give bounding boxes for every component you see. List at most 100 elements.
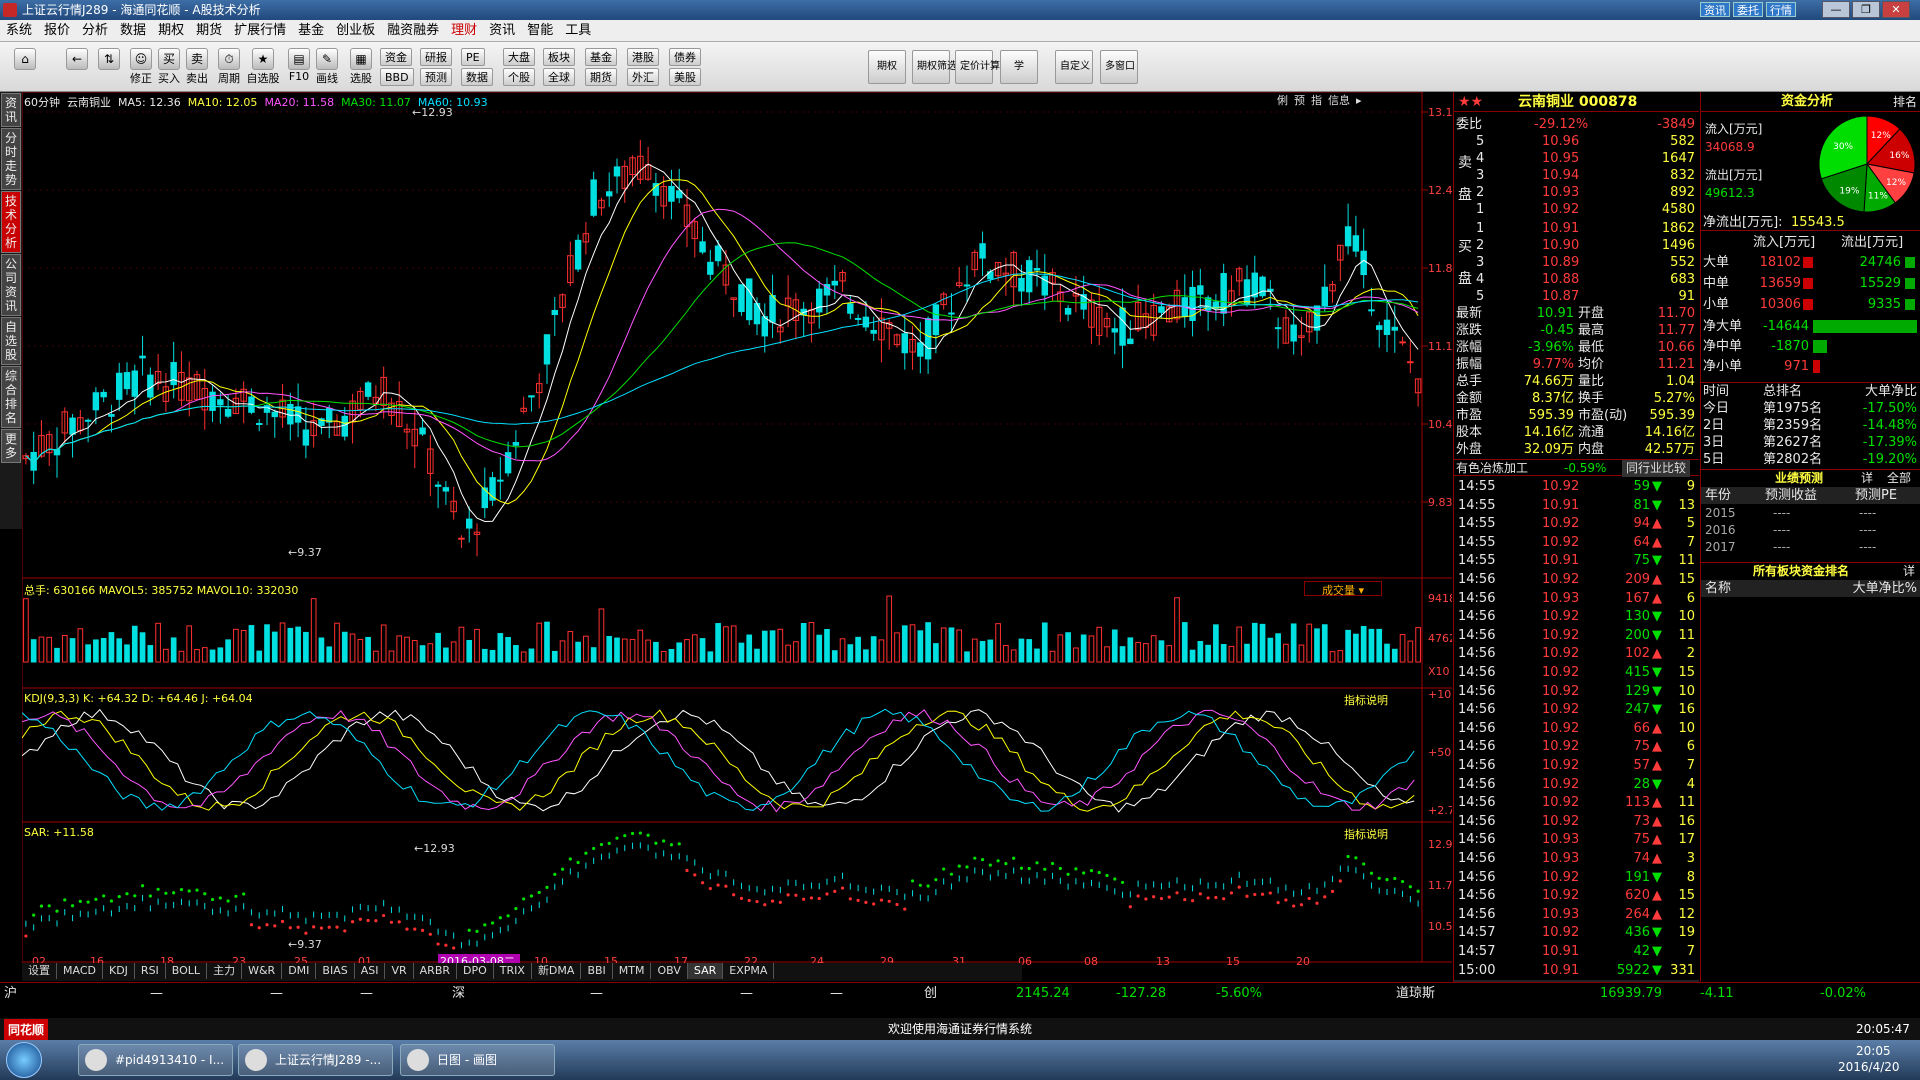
chart-canvas[interactable]: 13.13 12.48 11.81 11.15 10.49 9.83 ←12.93 ←9.37… (22, 92, 1452, 982)
indicator-tab-mtm[interactable]: MTM (613, 963, 652, 979)
indicator-tab-macd[interactable]: MACD (57, 963, 103, 979)
news-button[interactable]: 资讯 (1700, 2, 1730, 17)
menu-item-8[interactable]: 创业板 (330, 20, 381, 42)
indicator-tab-w&r[interactable]: W&R (242, 963, 283, 979)
bid-row[interactable]: 3 10.89 552 (1454, 254, 1699, 271)
indicator-tab-boll[interactable]: BOLL (166, 963, 208, 979)
toolbar-button-0[interactable]: ⌂ (8, 48, 42, 88)
indicator-tab-rsi[interactable]: RSI (135, 963, 166, 979)
toolbar-small-top-1[interactable]: 研报 (420, 48, 452, 66)
side-tab-5[interactable]: 综合排名 (1, 366, 21, 428)
clock-time[interactable]: 20:05 (1856, 1044, 1891, 1058)
chart-tool-4[interactable]: ▸ (1356, 94, 1362, 107)
menu-item-13[interactable]: 工具 (559, 20, 597, 42)
indicator-tab-obv[interactable]: OBV (651, 963, 688, 979)
chart-tool-1[interactable]: 预 (1294, 92, 1305, 108)
side-tab-4[interactable]: 自选股 (1, 317, 21, 365)
bid-row[interactable]: 2 10.90 1496 (1454, 237, 1699, 254)
close-button[interactable]: ✕ (1882, 1, 1910, 18)
toolbar-button-7[interactable]: ★ 自选股 (246, 48, 280, 88)
start-button[interactable] (6, 1042, 42, 1078)
menu-item-1[interactable]: 报价 (38, 20, 76, 42)
toolbar-button-6[interactable]: ⏱ 周期 (212, 48, 246, 88)
menu-item-0[interactable]: 系统 (0, 20, 38, 42)
indicator-tab-dmi[interactable]: DMI (282, 963, 317, 979)
indicator-tab-主力[interactable]: 主力 (207, 963, 243, 979)
menu-item-2[interactable]: 分析 (76, 20, 114, 42)
bid-row[interactable]: 5 10.87 91 (1454, 288, 1699, 305)
toolbar-button-5[interactable]: 卖卖出 (180, 48, 214, 88)
industry-compare-button[interactable]: 同行业比较 (1622, 460, 1691, 477)
taskbar-item-2[interactable]: 日图 - 画图 (400, 1044, 555, 1076)
index-sz-label[interactable]: 深 (452, 985, 465, 1002)
toolbar-small-bottom-5[interactable]: 期货 (585, 68, 617, 86)
rank-link[interactable]: 排名 (1893, 92, 1917, 112)
ask-row[interactable]: 3 10.94 832 (1454, 167, 1699, 184)
indicator-tab-dpo[interactable]: DPO (457, 963, 494, 979)
entrust-button[interactable]: 委托 (1733, 2, 1763, 17)
ask-row[interactable]: 5 10.96 582 (1454, 133, 1699, 150)
bid-row[interactable]: 4 10.88 683 (1454, 271, 1699, 288)
market-button[interactable]: 行情 (1766, 2, 1796, 17)
indicator-tab-新dma[interactable]: 新DMA (532, 963, 582, 979)
indicator-tab-vr[interactable]: VR (385, 963, 414, 979)
minimize-button[interactable]: — (1822, 1, 1850, 18)
menu-item-12[interactable]: 智能 (521, 20, 559, 42)
forecast-all-link[interactable]: 全部 (1887, 470, 1911, 487)
toolbar-small-top-7[interactable]: 债券 (669, 48, 701, 66)
sector-detail-link[interactable]: 详 (1903, 563, 1915, 580)
chart-tool-2[interactable]: 指 (1311, 92, 1322, 108)
taskbar-item-1[interactable]: 上证云行情J289 -... (238, 1044, 393, 1076)
menu-item-4[interactable]: 期权 (152, 20, 190, 42)
chart-tool-0[interactable]: 俐 (1277, 92, 1288, 108)
ask-row[interactable]: 2 10.93 892 (1454, 184, 1699, 201)
indicator-tab-arbr[interactable]: ARBR (414, 963, 458, 979)
forecast-detail-link[interactable]: 详 (1861, 470, 1873, 487)
toolbar-small-top-5[interactable]: 基金 (585, 48, 617, 66)
chart-tool-3[interactable]: 信息 (1328, 92, 1350, 108)
indicator-tab-bias[interactable]: BIAS (316, 963, 355, 979)
toolbar-small-top-0[interactable]: 资金 (380, 48, 412, 66)
side-tab-6[interactable]: 更多 (1, 429, 21, 463)
toolbar-tall-4[interactable]: 自定义 (1055, 50, 1093, 84)
maximize-button[interactable]: ❐ (1852, 1, 1880, 18)
toolbar-tall-5[interactable]: 多窗口 (1100, 50, 1138, 84)
indicator-tab-trix[interactable]: TRIX (494, 963, 532, 979)
volume-menu[interactable]: 成交量 ▾ (1304, 581, 1382, 597)
indicator-tab-asi[interactable]: ASI (355, 963, 386, 979)
kline-chart[interactable]: 13.13 12.48 11.81 11.15 10.49 9.83 ←12.93 ←9.37… (22, 92, 1452, 982)
toolbar-tall-3[interactable]: 学 (1000, 50, 1038, 84)
toolbar-small-top-4[interactable]: 板块 (543, 48, 575, 66)
menu-item-9[interactable]: 融资融券 (381, 20, 445, 42)
side-tab-1[interactable]: 分时走势 (1, 128, 21, 190)
toolbar-small-bottom-6[interactable]: 外汇 (627, 68, 659, 86)
ask-row[interactable]: 1 10.92 4580 (1454, 201, 1699, 218)
index-sh-label[interactable]: 沪 (4, 985, 17, 1002)
toolbar-small-bottom-3[interactable]: 个股 (503, 68, 535, 86)
sar-help-link[interactable]: 指标说明 (1344, 826, 1388, 842)
side-tab-0[interactable]: 资讯 (1, 93, 21, 127)
toolbar-button-2[interactable]: ⇅ (92, 48, 126, 88)
toolbar-small-bottom-4[interactable]: 全球 (543, 68, 575, 86)
indicator-tab-kdj[interactable]: KDJ (103, 963, 135, 979)
toolbar-small-bottom-0[interactable]: BBD (380, 68, 414, 86)
menu-item-3[interactable]: 数据 (114, 20, 152, 42)
taskbar-item-0[interactable]: #pid4913410 - I... (78, 1044, 233, 1076)
menu-item-10[interactable]: 理财 (445, 20, 483, 42)
toolbar-small-bottom-2[interactable]: 数据 (461, 68, 493, 86)
toolbar-tall-0[interactable]: 期权 (868, 50, 906, 84)
toolbar-small-top-2[interactable]: PE (461, 48, 485, 66)
toolbar-small-bottom-7[interactable]: 美股 (669, 68, 701, 86)
clock-date[interactable]: 2016/4/20 (1838, 1060, 1900, 1074)
side-tab-2[interactable]: 技术分析 (1, 191, 21, 253)
index-dj-label[interactable]: 道琼斯 (1396, 985, 1435, 1002)
bid-row[interactable]: 1 10.91 1862 (1454, 220, 1699, 237)
toolbar-tall-1[interactable]: 期权筛选 (912, 50, 957, 84)
toolbar-tall-2[interactable]: 定价计算 (955, 50, 1000, 84)
ask-row[interactable]: 4 10.95 1647 (1454, 150, 1699, 167)
side-tab-3[interactable]: 公司资讯 (1, 254, 21, 316)
index-cy-label[interactable]: 创 (924, 985, 937, 1002)
toolbar-small-top-3[interactable]: 大盘 (503, 48, 535, 66)
toolbar-small-bottom-1[interactable]: 预测 (420, 68, 452, 86)
menu-item-11[interactable]: 资讯 (483, 20, 521, 42)
